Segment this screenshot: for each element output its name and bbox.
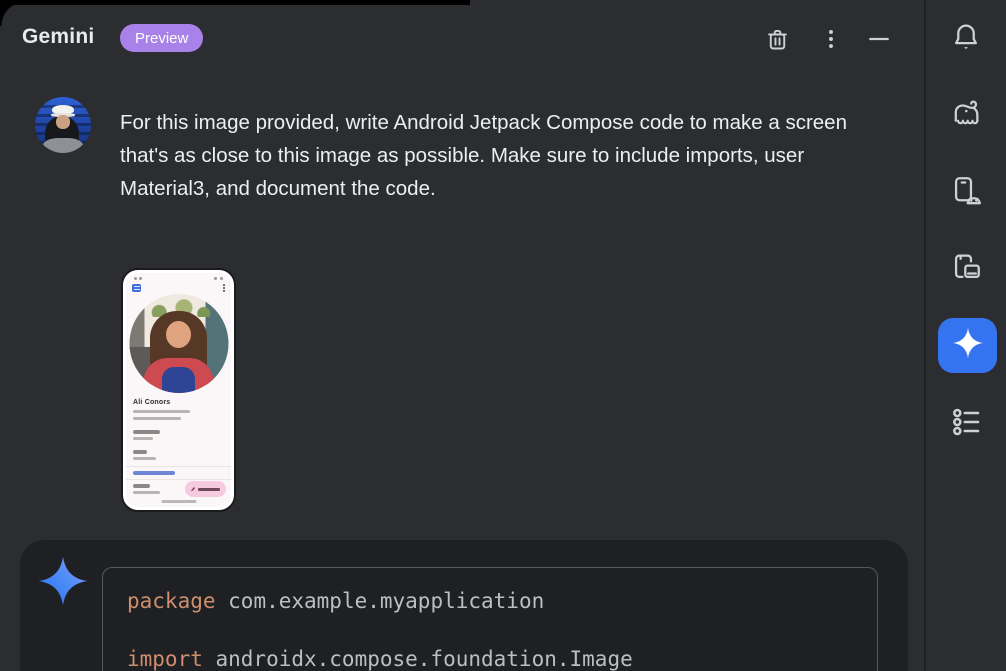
more-options-button[interactable] (814, 22, 848, 56)
window-corner (0, 0, 26, 26)
home-indicator (161, 500, 196, 504)
overflow-icon (223, 284, 225, 292)
phone-android-icon (949, 173, 983, 214)
assistant-response-card: package com.example.myapplication import… (20, 540, 908, 671)
kebab-menu-icon (818, 26, 844, 52)
code-content: package com.example.myapplication import… (103, 568, 877, 671)
trash-icon (764, 26, 791, 53)
user-message: For this image provided, write Android J… (120, 106, 860, 205)
bell-icon (950, 20, 982, 59)
sidebar-item-gemini-active[interactable] (938, 318, 997, 373)
minimize-icon (864, 24, 894, 54)
sidebar-item-running-devices[interactable] (944, 173, 988, 213)
window-edge (0, 0, 470, 5)
preview-badge: Preview (120, 24, 203, 52)
app-menu-icon (132, 284, 141, 292)
attachment-image[interactable]: Ali Conors (121, 268, 236, 512)
pencil-icon (191, 487, 195, 491)
code-block[interactable]: package com.example.myapplication import… (102, 567, 878, 671)
profile-name: Ali Conors (133, 399, 170, 406)
tool-strip (926, 0, 1006, 671)
panel-title: Gemini (22, 25, 94, 49)
gemini-sparkle-icon (37, 555, 89, 607)
sidebar-item-device-manager[interactable] (944, 249, 988, 289)
bulleted-list-icon (948, 404, 984, 445)
devices-icon (949, 249, 983, 290)
minimize-button[interactable] (862, 22, 896, 56)
sidebar-item-notifications[interactable] (944, 19, 988, 59)
trash-button[interactable] (760, 22, 794, 56)
profile-photo (129, 294, 228, 393)
gradle-elephant-icon (948, 96, 984, 135)
edit-profile-fab (185, 481, 226, 497)
gemini-sparkle-white-icon (951, 326, 985, 365)
code-line: import androidx.compose.foundation.Image (127, 645, 853, 671)
gemini-tool-window: Gemini Preview (0, 0, 1006, 671)
sidebar-item-structure[interactable] (944, 404, 988, 444)
user-avatar (35, 97, 91, 153)
panel-header: Gemini Preview (0, 0, 924, 72)
code-line: package com.example.myapplication (127, 587, 853, 616)
sidebar-item-gradle[interactable] (944, 95, 988, 135)
phone-screen: Ali Conors (126, 273, 231, 507)
